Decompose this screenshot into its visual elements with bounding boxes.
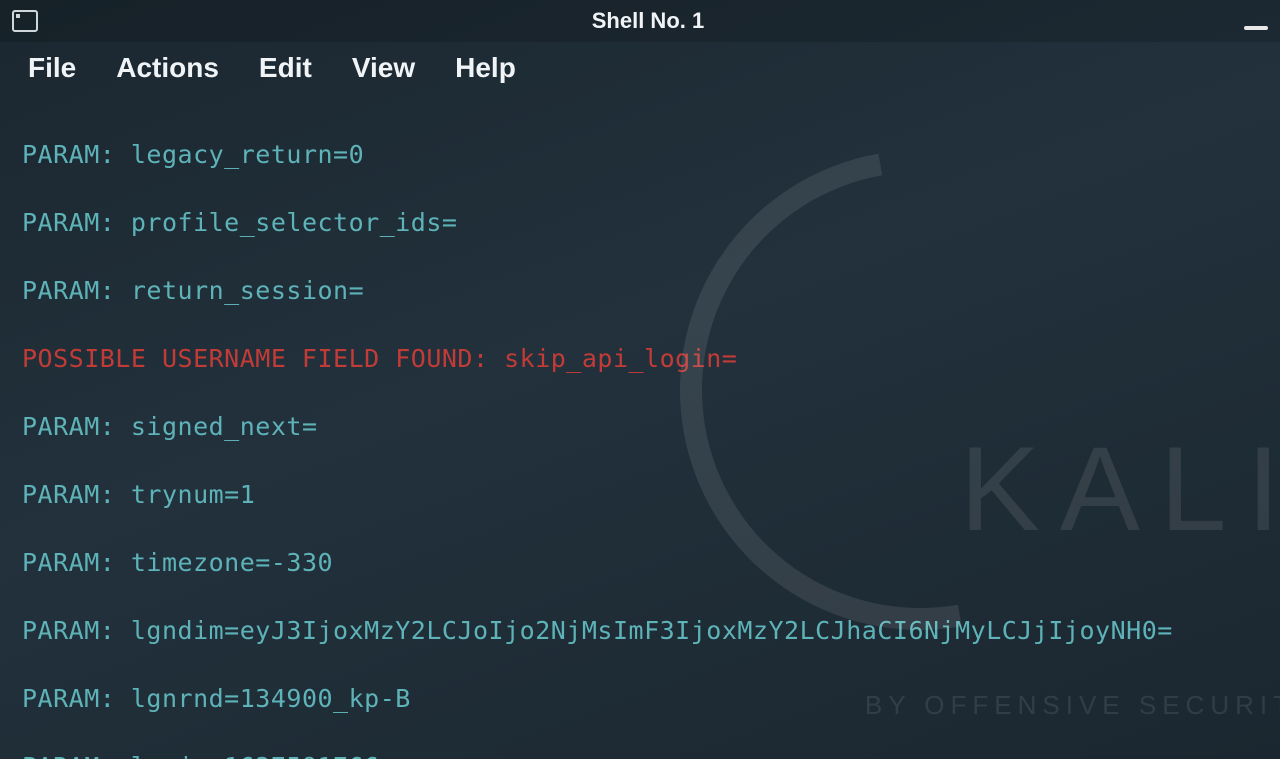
menu-view[interactable]: View <box>352 52 415 84</box>
terminal-icon <box>12 10 38 32</box>
param-label: PARAM: <box>22 140 115 169</box>
param-value: lgndim=eyJ3IjoxMzY2LCJoIjo2NjMsImF3IjoxM… <box>131 616 1173 645</box>
param-label: PARAM: <box>22 412 115 441</box>
param-label: PARAM: <box>22 208 115 237</box>
param-value: legacy_return=0 <box>131 140 364 169</box>
param-label: PARAM: <box>22 616 115 645</box>
menu-help[interactable]: Help <box>455 52 516 84</box>
output-line: PARAM: lgnjs=1627591766 <box>22 750 1258 759</box>
alert-line: POSSIBLE USERNAME FIELD FOUND: skip_api_… <box>22 342 1258 376</box>
param-value: lgnjs=1627591766 <box>131 752 380 759</box>
menu-actions[interactable]: Actions <box>116 52 219 84</box>
param-value: lgnrnd=134900_kp-B <box>131 684 411 713</box>
param-value: signed_next= <box>131 412 318 441</box>
window-controls <box>1244 12 1268 30</box>
titlebar[interactable]: Shell No. 1 <box>0 0 1280 42</box>
param-label: PARAM: <box>22 276 115 305</box>
output-line: PARAM: timezone=-330 <box>22 546 1258 580</box>
output-line: PARAM: signed_next= <box>22 410 1258 444</box>
minimize-button[interactable] <box>1244 26 1268 30</box>
param-value: timezone=-330 <box>131 548 333 577</box>
output-line: PARAM: profile_selector_ids= <box>22 206 1258 240</box>
menu-edit[interactable]: Edit <box>259 52 312 84</box>
window-title: Shell No. 1 <box>52 8 1244 34</box>
terminal-output[interactable]: PARAM: legacy_return=0 PARAM: profile_se… <box>0 94 1280 759</box>
output-line: PARAM: lgnrnd=134900_kp-B <box>22 682 1258 716</box>
param-value: return_session= <box>131 276 364 305</box>
param-value: trynum=1 <box>131 480 255 509</box>
param-label: PARAM: <box>22 684 115 713</box>
param-label: PARAM: <box>22 548 115 577</box>
param-label: PARAM: <box>22 480 115 509</box>
menubar: File Actions Edit View Help <box>0 42 1280 94</box>
output-line: PARAM: legacy_return=0 <box>22 138 1258 172</box>
output-line: PARAM: trynum=1 <box>22 478 1258 512</box>
output-line: PARAM: lgndim=eyJ3IjoxMzY2LCJoIjo2NjMsIm… <box>22 614 1258 648</box>
output-line: PARAM: return_session= <box>22 274 1258 308</box>
menu-file[interactable]: File <box>28 52 76 84</box>
param-label: PARAM: <box>22 752 115 759</box>
param-value: profile_selector_ids= <box>131 208 458 237</box>
terminal-window: KALI BY OFFENSIVE SECURIT Shell No. 1 Fi… <box>0 0 1280 759</box>
